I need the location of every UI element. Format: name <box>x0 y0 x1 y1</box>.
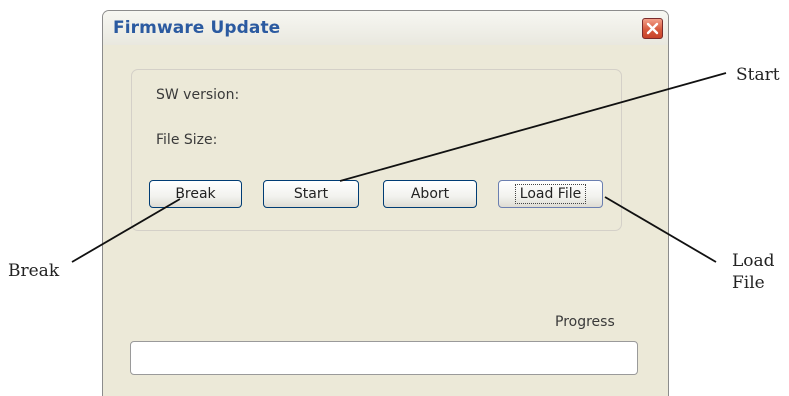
callout-leader-lines <box>71 72 727 263</box>
load-leader-line <box>604 196 717 263</box>
break-callout: Break <box>8 261 60 281</box>
start-callout: Start <box>736 65 780 85</box>
break-leader-line <box>71 198 181 263</box>
start-leader-line <box>339 72 727 182</box>
load-callout-line2: File <box>732 273 765 293</box>
load-file-callout: Load File <box>732 250 782 294</box>
load-callout-line1: Load <box>732 251 775 271</box>
